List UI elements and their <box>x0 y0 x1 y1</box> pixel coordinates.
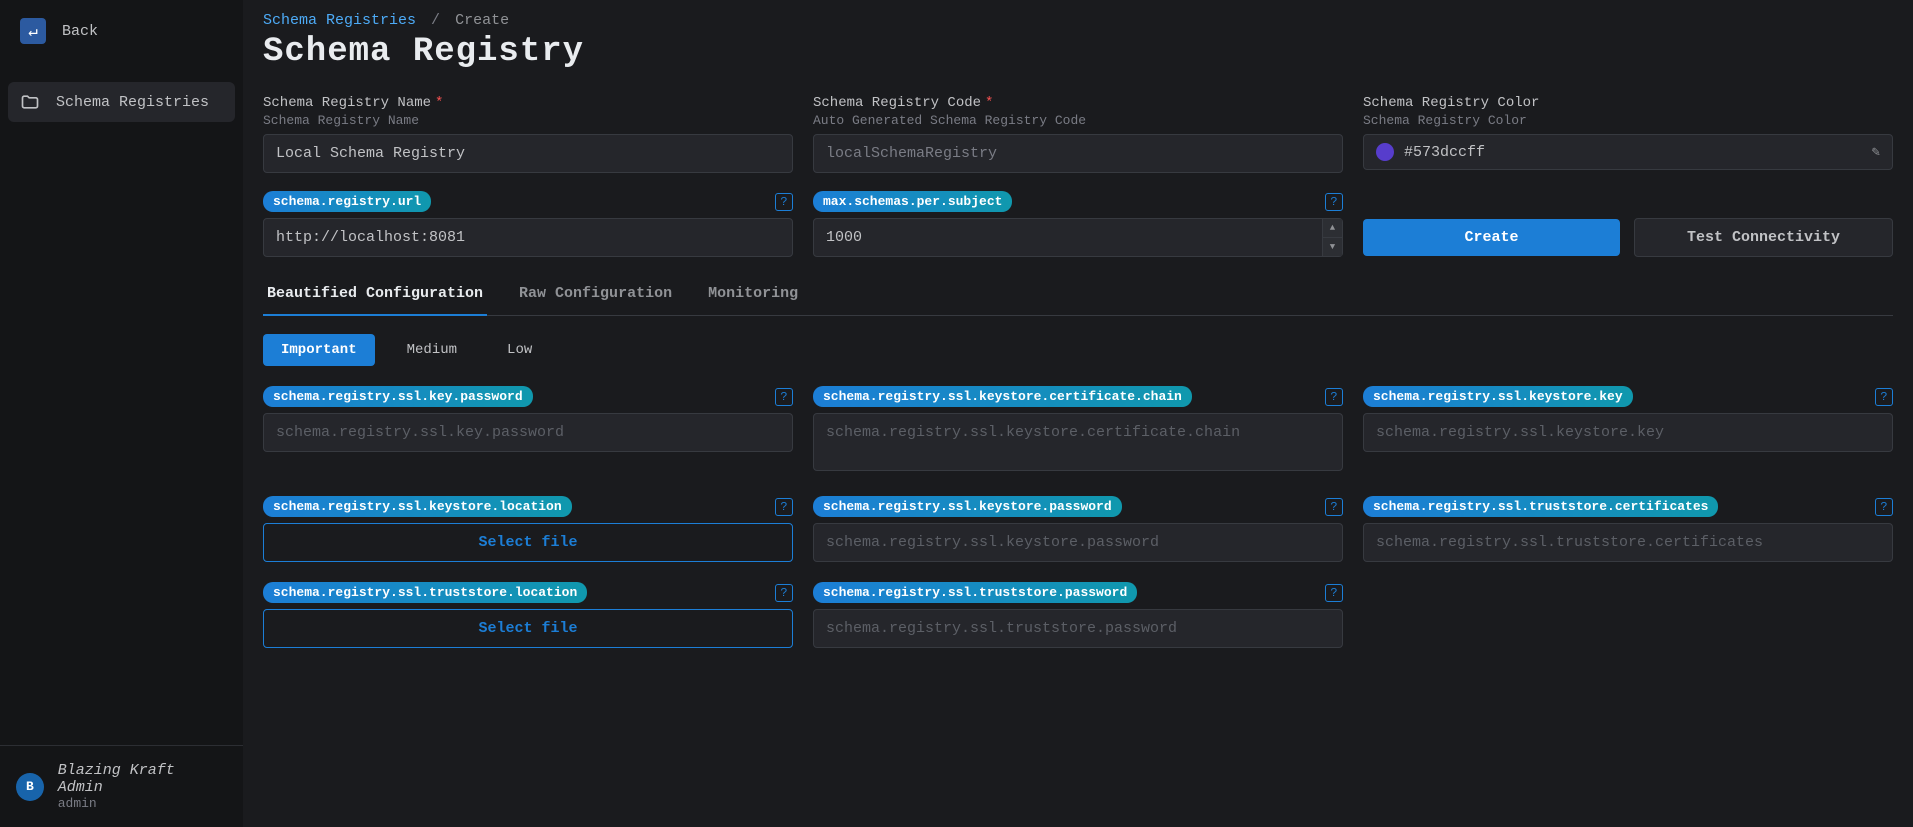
avatar: B <box>16 773 44 801</box>
folder-icon <box>20 92 40 112</box>
config-input[interactable] <box>1363 413 1893 452</box>
prop-badge: schema.registry.ssl.key.password <box>263 386 533 407</box>
help-icon[interactable]: ? <box>1325 498 1343 516</box>
step-up-button[interactable]: ▲ <box>1323 219 1342 238</box>
step-down-button[interactable]: ▼ <box>1323 238 1342 256</box>
config-input[interactable] <box>813 523 1343 562</box>
select-file-button[interactable]: Select file <box>263 523 793 562</box>
config-item: schema.registry.ssl.truststore.location?… <box>263 582 793 648</box>
prop-badge: schema.registry.ssl.keystore.location <box>263 496 572 517</box>
prop-badge-max-schemas: max.schemas.per.subject <box>813 191 1012 212</box>
select-file-button[interactable]: Select file <box>263 609 793 648</box>
required-asterisk: * <box>985 95 993 111</box>
field-desc-color: Schema Registry Color <box>1363 113 1893 128</box>
user-info: Blazing Kraft Admin admin <box>58 762 227 811</box>
number-wrap: ▲ ▼ <box>813 218 1343 257</box>
config-textarea[interactable] <box>813 413 1343 471</box>
help-icon[interactable]: ? <box>1325 388 1343 406</box>
tab-beautified[interactable]: Beautified Configuration <box>263 275 487 316</box>
sidebar-top: ↵ Back Schema Registries <box>0 0 243 132</box>
config-grid: schema.registry.ssl.key.password?schema.… <box>263 386 1893 648</box>
tab-raw[interactable]: Raw Configuration <box>515 275 676 316</box>
config-input[interactable] <box>813 609 1343 648</box>
prop-badge: schema.registry.ssl.truststore.location <box>263 582 587 603</box>
breadcrumb: Schema Registries / Create <box>263 12 1893 29</box>
config-item: schema.registry.ssl.truststore.certifica… <box>1363 496 1893 562</box>
prop-max-schemas: max.schemas.per.subject ? ▲ ▼ <box>813 191 1343 257</box>
create-button[interactable]: Create <box>1363 219 1620 256</box>
tab-monitoring[interactable]: Monitoring <box>704 275 802 316</box>
field-desc-code: Auto Generated Schema Registry Code <box>813 113 1343 128</box>
test-connectivity-button[interactable]: Test Connectivity <box>1634 218 1893 257</box>
breadcrumb-sep: / <box>431 12 440 29</box>
color-input[interactable]: #573dccff ✎ <box>1363 134 1893 170</box>
user-sub: admin <box>58 796 227 811</box>
field-color: Schema Registry Color Schema Registry Co… <box>1363 95 1893 173</box>
field-name: Schema Registry Name* Schema Registry Na… <box>263 95 793 173</box>
number-steppers: ▲ ▼ <box>1322 219 1342 256</box>
color-swatch-icon <box>1376 143 1394 161</box>
field-code: Schema Registry Code* Auto Generated Sch… <box>813 95 1343 173</box>
prop-badge: schema.registry.ssl.truststore.password <box>813 582 1137 603</box>
help-icon[interactable]: ? <box>1325 584 1343 602</box>
action-buttons: Create Test Connectivity <box>1363 217 1893 257</box>
pill-important[interactable]: Important <box>263 334 375 366</box>
color-value: #573dccff <box>1404 144 1862 161</box>
help-icon[interactable]: ? <box>1875 498 1893 516</box>
page-title: Schema Registry <box>263 33 1893 71</box>
sidebar-item-schema-registries[interactable]: Schema Registries <box>8 82 235 122</box>
prop-badge: schema.registry.ssl.keystore.certificate… <box>813 386 1192 407</box>
prop-badge: schema.registry.ssl.keystore.key <box>1363 386 1633 407</box>
pencil-icon[interactable]: ✎ <box>1872 144 1880 161</box>
help-icon[interactable]: ? <box>775 388 793 406</box>
config-item: schema.registry.ssl.keystore.key? <box>1363 386 1893 476</box>
config-tabs: Beautified Configuration Raw Configurati… <box>263 275 1893 316</box>
config-item: schema.registry.ssl.keystore.password? <box>813 496 1343 562</box>
form-row-2: schema.registry.url ? max.schemas.per.su… <box>263 191 1893 257</box>
back-arrow-icon: ↵ <box>20 18 46 44</box>
back-label: Back <box>62 23 98 40</box>
help-icon[interactable]: ? <box>775 498 793 516</box>
breadcrumb-current: Create <box>455 12 509 29</box>
main-content: Schema Registries / Create Schema Regist… <box>243 0 1913 827</box>
url-input[interactable] <box>263 218 793 257</box>
config-item: schema.registry.ssl.truststore.password? <box>813 582 1343 648</box>
help-icon[interactable]: ? <box>1875 388 1893 406</box>
field-label-color: Schema Registry Color <box>1363 95 1893 111</box>
sidebar: ↵ Back Schema Registries B Blazing Kraft… <box>0 0 243 827</box>
back-link[interactable]: ↵ Back <box>8 10 235 52</box>
prop-url: schema.registry.url ? <box>263 191 793 257</box>
breadcrumb-link[interactable]: Schema Registries <box>263 12 416 29</box>
config-item: schema.registry.ssl.keystore.location? Se… <box>263 496 793 562</box>
help-icon[interactable]: ? <box>1325 193 1343 211</box>
config-item: schema.registry.ssl.key.password? <box>263 386 793 476</box>
prop-badge: schema.registry.ssl.truststore.certifica… <box>1363 496 1718 517</box>
form-row-1: Schema Registry Name* Schema Registry Na… <box>263 95 1893 173</box>
name-input[interactable] <box>263 134 793 173</box>
code-input[interactable] <box>813 134 1343 173</box>
pill-medium[interactable]: Medium <box>389 334 475 366</box>
config-input[interactable] <box>263 413 793 452</box>
user-name: Blazing Kraft Admin <box>58 762 227 796</box>
sidebar-user[interactable]: B Blazing Kraft Admin admin <box>0 745 243 827</box>
sidebar-item-label: Schema Registries <box>56 94 209 111</box>
prop-badge-url: schema.registry.url <box>263 191 431 212</box>
config-input[interactable] <box>1363 523 1893 562</box>
prop-badge: schema.registry.ssl.keystore.password <box>813 496 1122 517</box>
pill-low[interactable]: Low <box>489 334 550 366</box>
help-icon[interactable]: ? <box>775 584 793 602</box>
help-icon[interactable]: ? <box>775 193 793 211</box>
field-label-name: Schema Registry Name* <box>263 95 793 111</box>
importance-pills: Important Medium Low <box>263 334 1893 366</box>
sidebar-nav: Schema Registries <box>8 82 235 122</box>
max-schemas-input[interactable] <box>813 218 1343 257</box>
config-item: schema.registry.ssl.keystore.certificate… <box>813 386 1343 476</box>
required-asterisk: * <box>435 95 443 111</box>
field-label-code: Schema Registry Code* <box>813 95 1343 111</box>
field-desc-name: Schema Registry Name <box>263 113 793 128</box>
